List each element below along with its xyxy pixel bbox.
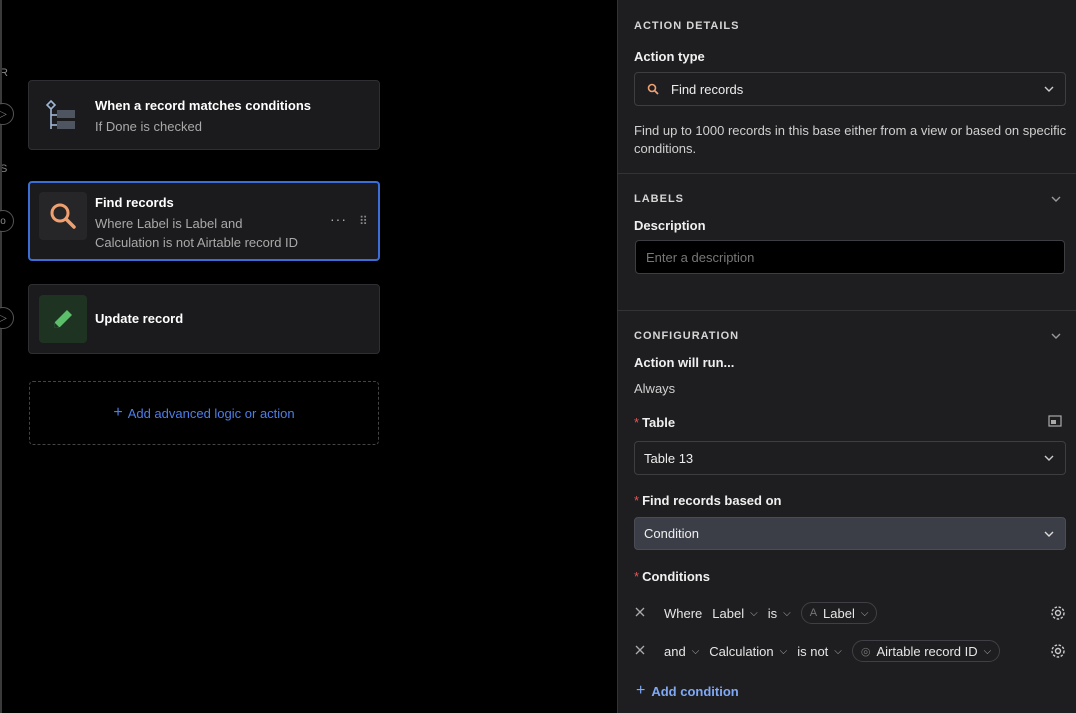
find-records-card-subtitle: Calculation is not Airtable record ID (95, 235, 299, 250)
rail-node[interactable]: o (0, 210, 14, 232)
condition-field-select[interactable]: Label ⌵ (712, 606, 757, 621)
find-based-on-label: * Find records based on (634, 493, 782, 508)
chevron-down-icon: ⌵ (783, 607, 791, 619)
section-title-labels: LABELS (634, 193, 684, 205)
gear-icon[interactable] (1050, 643, 1066, 662)
find-records-card-subtitle: Where Label is Label and (95, 216, 243, 231)
add-action-button[interactable]: + Add advanced logic or action (29, 381, 379, 445)
rail-node-play-icon[interactable]: ▷ (0, 103, 14, 125)
trigger-card-subtitle: If Done is checked (95, 119, 202, 134)
chevron-down-icon[interactable] (1050, 193, 1062, 208)
condition-connector-select[interactable]: and ⌵ (664, 644, 699, 659)
chevron-down-icon (1043, 528, 1055, 543)
chevron-down-icon: ⌵ (691, 645, 700, 657)
action-type-description: Find up to 1000 records in this base eit… (634, 123, 1067, 156)
chevron-down-icon: ⌵ (860, 607, 869, 619)
divider (618, 173, 1076, 174)
rail-node-play-icon[interactable]: ▷ (0, 307, 14, 329)
plus-icon: + (113, 404, 123, 421)
description-label: Description (634, 218, 706, 233)
section-title-configuration: CONFIGURATION (634, 330, 740, 342)
text-field-icon: A (809, 607, 818, 619)
fingerprint-icon: ◎ (860, 645, 871, 658)
search-icon (39, 192, 87, 240)
automation-canvas: R S ▷ o ▷ When a record matches conditio… (0, 0, 617, 713)
action-details-panel: ACTION DETAILS Action type Find records … (617, 0, 1076, 713)
conditions-label: * Conditions (634, 569, 710, 584)
add-condition-button[interactable]: + Add condition (636, 682, 739, 700)
trigger-card[interactable]: When a record matches conditions If Done… (28, 80, 380, 150)
find-records-card-title: Find records (95, 195, 174, 210)
trigger-condition-icon (39, 91, 87, 139)
update-record-card-title: Update record (95, 311, 184, 326)
expand-panel-icon[interactable] (1048, 414, 1062, 432)
condition-operator-select[interactable]: is ⌵ (768, 606, 791, 621)
table-label: * Table (634, 415, 676, 430)
action-run-label: Action will run... (634, 355, 735, 370)
more-options-icon[interactable]: ··· (330, 211, 347, 227)
table-value: Table 13 (644, 450, 694, 466)
table-select[interactable]: Table 13 (634, 441, 1066, 475)
chevron-down-icon: ⌵ (750, 607, 758, 619)
close-icon[interactable] (634, 643, 656, 659)
chevron-down-icon: ⌵ (834, 645, 842, 657)
find-based-on-value: Condition (644, 526, 699, 541)
chevron-down-icon (1043, 452, 1055, 467)
action-run-value: Always (634, 381, 676, 396)
condition-row: Where Label ⌵ is ⌵ A Label ⌵ (634, 599, 1066, 627)
chevron-down-icon[interactable] (1050, 330, 1062, 345)
condition-value-select[interactable]: ◎ Airtable record ID ⌵ (851, 640, 1001, 662)
divider (618, 310, 1076, 311)
find-based-on-select[interactable]: Condition (634, 517, 1066, 550)
condition-connector: Where (664, 605, 703, 621)
condition-operator-select[interactable]: is not ⌵ (797, 644, 842, 659)
condition-field-select[interactable]: Calculation ⌵ (709, 644, 787, 659)
chevron-down-icon (1043, 83, 1055, 98)
description-input[interactable]: Enter a description (635, 240, 1065, 274)
close-icon[interactable] (634, 605, 656, 621)
add-action-label: Add advanced logic or action (127, 405, 295, 421)
trigger-card-title: When a record matches conditions (95, 98, 311, 113)
chevron-down-icon: ⌵ (779, 645, 788, 657)
gear-icon[interactable] (1050, 605, 1066, 624)
section-title-action-details: ACTION DETAILS (634, 20, 740, 32)
condition-row: and ⌵ Calculation ⌵ is not ⌵ ◎ Airtable reco… (634, 637, 1066, 665)
search-icon (647, 83, 659, 95)
condition-value-select[interactable]: A Label ⌵ (800, 602, 878, 624)
action-type-value: Find records (671, 81, 744, 97)
find-records-card[interactable]: Find records Where Label is Label and Ca… (28, 181, 380, 261)
action-type-label: Action type (634, 49, 705, 64)
pencil-icon (39, 295, 87, 343)
update-record-card[interactable]: Update record (28, 284, 380, 354)
add-condition-label: Add condition (651, 683, 739, 699)
chevron-down-icon: ⌵ (983, 645, 992, 657)
drag-handle-icon[interactable]: ⠿ (359, 214, 368, 228)
action-type-select[interactable]: Find records (634, 72, 1066, 106)
plus-icon: + (636, 682, 646, 699)
